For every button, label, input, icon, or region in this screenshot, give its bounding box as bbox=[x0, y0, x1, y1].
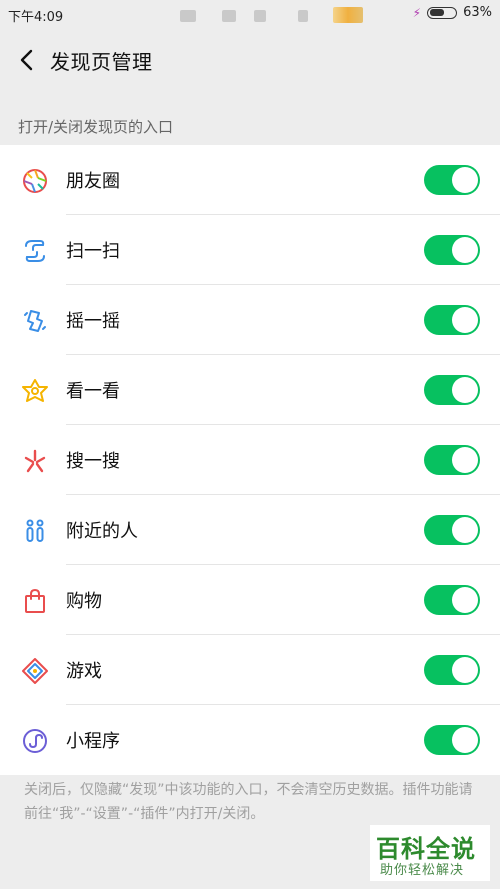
status-notification-icon bbox=[180, 10, 196, 22]
search-icon bbox=[24, 449, 46, 473]
toggle-people-nearby[interactable] bbox=[424, 515, 480, 545]
list-item-label: 摇一摇 bbox=[66, 311, 120, 332]
list-item-label: 朋友圈 bbox=[66, 171, 120, 192]
chevron-left-icon bbox=[20, 49, 33, 71]
footer-note: 关闭后，仅隐藏“发现”中该功能的入口，不会清空历史数据。插件功能请前往“我”-“… bbox=[24, 782, 473, 822]
shake-icon bbox=[24, 310, 46, 332]
list-item-games: 游戏 bbox=[0, 635, 500, 705]
watermark-subtitle: 助你轻松解决 bbox=[380, 863, 465, 878]
list-item-scan: 扫一扫 bbox=[0, 215, 500, 285]
list-item-top-stories: 看一看 bbox=[0, 355, 500, 425]
charging-icon: ⚡ bbox=[412, 5, 422, 20]
toggle-knob bbox=[452, 237, 478, 263]
section-header: 打开/关闭发现页的入口 bbox=[18, 118, 174, 136]
list-item-label: 游戏 bbox=[66, 661, 102, 682]
list-item-label: 看一看 bbox=[66, 381, 120, 402]
toggle-knob bbox=[452, 377, 478, 403]
games-icon bbox=[22, 658, 48, 684]
mini-program-icon bbox=[23, 729, 47, 753]
toggle-shopping[interactable] bbox=[424, 585, 480, 615]
nav-bar: 发现页管理 bbox=[0, 30, 500, 90]
back-button[interactable] bbox=[12, 45, 42, 75]
toggle-mini-program[interactable] bbox=[424, 725, 480, 755]
toggle-knob bbox=[452, 657, 478, 683]
status-notification-icon bbox=[222, 10, 236, 22]
toggle-knob bbox=[452, 307, 478, 333]
watermark: 百科全说 助你轻松解决 bbox=[370, 825, 490, 881]
status-right: ⚡ 63% bbox=[413, 5, 492, 20]
toggle-knob bbox=[452, 727, 478, 753]
toggle-games[interactable] bbox=[424, 655, 480, 685]
list-item-label: 扫一扫 bbox=[66, 241, 120, 262]
toggle-moments[interactable] bbox=[424, 165, 480, 195]
list-item-mini-program: 小程序 bbox=[0, 705, 500, 775]
status-notification-icon bbox=[298, 10, 308, 22]
moments-icon bbox=[23, 169, 47, 193]
battery-level bbox=[430, 9, 445, 16]
list-item-label: 附近的人 bbox=[66, 521, 138, 542]
list-item-label: 搜一搜 bbox=[66, 451, 120, 472]
status-notification-icon bbox=[333, 7, 363, 23]
battery-percent: 63% bbox=[463, 5, 492, 20]
list-item-shopping: 购物 bbox=[0, 565, 500, 635]
toggle-top-stories[interactable] bbox=[424, 375, 480, 405]
list-item-search: 搜一搜 bbox=[0, 425, 500, 495]
status-bar: 下午4:09 ⚡ 63% bbox=[0, 0, 500, 30]
status-notification-icon bbox=[254, 10, 266, 22]
toggle-knob bbox=[452, 447, 478, 473]
toggle-knob bbox=[452, 167, 478, 193]
battery-icon bbox=[427, 6, 458, 19]
toggle-knob bbox=[452, 587, 478, 613]
people-nearby-icon bbox=[26, 519, 44, 542]
status-time: 下午4:09 bbox=[8, 10, 64, 25]
toggle-scan[interactable] bbox=[424, 235, 480, 265]
list-item-label: 购物 bbox=[66, 591, 102, 612]
entry-list: 朋友圈 扫一扫 摇一摇 看一看 搜一搜 附近的人 购物 游戏 小程序 bbox=[0, 145, 500, 775]
list-item-moments: 朋友圈 bbox=[0, 145, 500, 215]
top-stories-icon bbox=[22, 379, 48, 402]
list-item-people-nearby: 附近的人 bbox=[0, 495, 500, 565]
list-item-shake: 摇一摇 bbox=[0, 285, 500, 355]
toggle-search[interactable] bbox=[424, 445, 480, 475]
toggle-knob bbox=[452, 517, 478, 543]
shopping-bag-icon bbox=[25, 588, 45, 613]
toggle-shake[interactable] bbox=[424, 305, 480, 335]
page-title: 发现页管理 bbox=[50, 50, 153, 74]
list-item-label: 小程序 bbox=[66, 731, 120, 752]
scan-icon bbox=[25, 240, 45, 262]
